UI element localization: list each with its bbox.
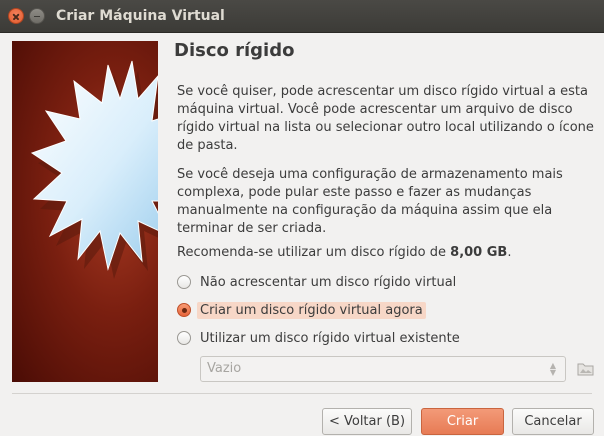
close-icon[interactable]	[8, 8, 24, 24]
option-existing-disk-label: Utilizar um disco rígido virtual existen…	[200, 330, 460, 346]
recommended-size: 8,00 GB	[450, 245, 508, 260]
option-existing-disk[interactable]: Utilizar um disco rígido virtual existen…	[177, 328, 460, 348]
button-separator	[12, 393, 592, 394]
folder-icon	[577, 363, 594, 376]
create-button[interactable]: Criar	[421, 408, 504, 435]
minimize-icon[interactable]	[29, 8, 45, 24]
choose-disk-file-button[interactable]	[574, 356, 598, 382]
intro-paragraph: Se você quiser, pode acrescentar um disc…	[177, 84, 594, 153]
radio-existing-disk[interactable]	[177, 331, 191, 345]
option-no-disk[interactable]: Não acrescentar um disco rígido virtual	[177, 272, 456, 292]
star-burst-icon	[30, 60, 158, 279]
updown-arrows-icon: ▲ ▼	[549, 361, 557, 377]
radio-create-disk[interactable]	[177, 303, 191, 317]
option-create-disk[interactable]: Criar um disco rígido virtual agora	[177, 300, 426, 320]
option-create-disk-label: Criar um disco rígido virtual agora	[197, 301, 426, 319]
recommendation-prefix: Recomenda-se utilizar um disco rígido de	[177, 245, 451, 260]
wizard-side-image	[12, 41, 158, 382]
back-button[interactable]: < Voltar (B)	[322, 408, 412, 435]
window-title: Criar Máquina Virtual	[56, 8, 225, 24]
recommendation-suffix: .	[507, 245, 512, 260]
window-titlebar: Criar Máquina Virtual	[0, 0, 604, 33]
advanced-paragraph: Se você deseja uma configuração de armaz…	[177, 167, 563, 236]
radio-no-disk[interactable]	[177, 275, 191, 289]
cancel-button[interactable]: Cancelar	[512, 408, 594, 435]
page-heading: Disco rígido	[174, 40, 295, 61]
recommendation-text: Recomenda-se utilizar um disco rígido de…	[177, 244, 597, 262]
existing-disk-value: Vazio	[207, 361, 242, 376]
existing-disk-select[interactable]: Vazio ▲ ▼	[200, 356, 566, 382]
option-no-disk-label: Não acrescentar um disco rígido virtual	[200, 274, 457, 290]
